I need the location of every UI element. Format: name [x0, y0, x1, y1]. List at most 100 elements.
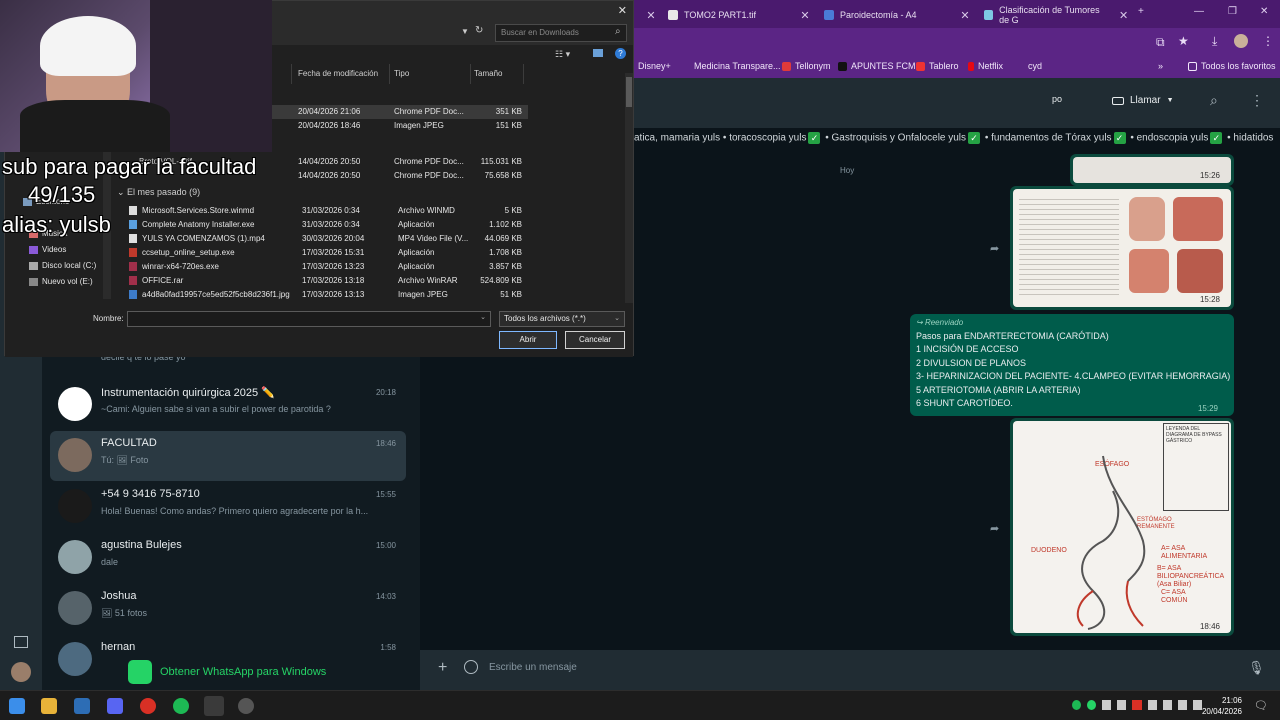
chat-list-item[interactable]: Joshua 14:03 🖼 51 fotos [50, 584, 406, 634]
image-message[interactable]: 15:28 [1010, 186, 1234, 310]
bookmark-apuntes[interactable]: APUNTES FCM [838, 61, 916, 71]
message-line: 5 ARTERIOTOMIA (ABRIR LA ARTERIA) [916, 384, 1081, 395]
discord-icon[interactable] [107, 698, 123, 714]
refresh-icon[interactable]: ↻ [475, 25, 483, 36]
window-close-icon[interactable]: ✕ [1260, 6, 1268, 17]
search-icon[interactable]: ⌕ [1210, 92, 1218, 109]
close-icon[interactable]: ✕ [1117, 9, 1130, 22]
file-row[interactable]: a4d8a0fad19957ce5ed52f5cb8d236f1.jpg 17/0… [123, 288, 528, 302]
avatar[interactable] [11, 662, 31, 682]
tray-icon[interactable] [1132, 700, 1142, 710]
system-tray[interactable] [1072, 700, 1202, 712]
forward-icon[interactable]: ➦ [990, 242, 999, 255]
emoji-icon[interactable] [464, 660, 478, 674]
forward-icon[interactable]: ➦ [990, 522, 999, 535]
nav-item-disk-c[interactable]: Disco local (C:) [29, 261, 96, 270]
bookmark-cyd[interactable]: cyd [1028, 61, 1042, 71]
spotify-icon[interactable] [173, 698, 189, 714]
nav-item-videos[interactable]: Videos [29, 245, 66, 254]
file-explorer-icon[interactable] [41, 698, 57, 714]
profile-avatar[interactable] [1234, 34, 1248, 48]
all-favorites[interactable]: Todos los favoritos [1188, 61, 1276, 71]
spotify-tray-icon[interactable] [1072, 700, 1082, 710]
close-icon[interactable]: ✕ [618, 4, 627, 17]
store-icon[interactable] [74, 698, 90, 714]
help-icon[interactable]: ? [615, 48, 626, 59]
star-icon[interactable]: ★ [1178, 34, 1189, 48]
open-button[interactable]: Abrir [499, 331, 557, 349]
call-button[interactable]: Llamar ▼ [1112, 95, 1174, 106]
windows-start-icon[interactable] [9, 698, 25, 714]
message-input[interactable]: Escribe un mensaje [489, 662, 577, 673]
download-icon[interactable]: ⤓ [1212, 34, 1217, 49]
cancel-button[interactable]: Cancelar [565, 331, 625, 349]
nav-item-disk-e[interactable]: Nuevo vol (E:) [29, 277, 93, 286]
chat-list-item[interactable]: Instrumentación quirúrgica 2025 ✏️ 20:18 ~… [50, 380, 406, 430]
plus-icon[interactable]: + [438, 659, 447, 677]
notifications-icon[interactable]: 🗨 [1254, 699, 1268, 712]
file-row[interactable]: 14/04/2026 20:50 Chrome PDF Doc... 75.658 … [267, 169, 528, 183]
bookmark-medicina[interactable]: Medicina Transpare... [694, 61, 781, 71]
scrollbar[interactable] [625, 73, 633, 303]
file-row[interactable]: Complete Anatomy Installer.exe 31/03/2026… [123, 218, 528, 232]
app-icon[interactable] [140, 698, 156, 714]
file-row[interactable]: Microsoft.Services.Store.winmd 31/03/2026… [123, 204, 528, 218]
file-row[interactable]: ccsetup_online_setup.exe 17/03/2026 15:31… [123, 246, 528, 260]
bookmark-disney[interactable]: Disney+ [638, 61, 671, 71]
bookmark-tablero[interactable]: Tablero [916, 61, 959, 71]
chat-list-item[interactable]: +54 9 3416 75-8710 15:55 Hola! Buenas! Com… [50, 482, 406, 532]
minimize-icon[interactable]: — [1194, 6, 1204, 17]
file-row[interactable]: OFFICE.rar 17/03/2026 13:18 Archivo WinRAR… [123, 274, 528, 288]
maximize-icon[interactable]: ❐ [1228, 6, 1237, 17]
tab-close-prev[interactable]: ✕ [642, 4, 658, 26]
column-type[interactable]: Tipo [394, 69, 409, 78]
chat-list-item[interactable]: FACULTAD 18:46 Tú: 🖼 Foto [50, 431, 406, 481]
search-input[interactable]: Buscar en Downloads [495, 24, 627, 42]
file-row[interactable]: 20/04/2026 21:06 Chrome PDF Doc... 351 KB [267, 105, 528, 119]
microphone-icon[interactable]: 🎙 [1248, 660, 1265, 676]
column-size[interactable]: Tamaño [474, 69, 502, 78]
menu-dots-icon[interactable]: ⋮ [1262, 34, 1274, 48]
cast-icon[interactable]: ⧉ [1156, 35, 1165, 50]
chevron-down-icon[interactable]: ▼ [461, 27, 469, 36]
wifi-icon[interactable] [1162, 700, 1172, 710]
archive-icon[interactable] [14, 636, 28, 648]
close-icon[interactable]: ✕ [644, 9, 658, 22]
close-icon[interactable]: ✕ [958, 9, 972, 22]
tray-icon[interactable] [1147, 700, 1157, 710]
chat-list-item[interactable]: hernan 1:58 [50, 635, 406, 676]
obs-icon[interactable] [238, 698, 254, 714]
get-whatsapp-banner[interactable]: Obtener WhatsApp para Windows [128, 660, 326, 684]
image-message[interactable]: LEYENDA DEL DIAGRAMA DE BYPASS GÁSTRICO … [1010, 418, 1234, 636]
tab-clasificacion[interactable]: Clasificación de Tumores de G ✕ [978, 4, 1130, 26]
bookmarks-more-icon[interactable]: » [1158, 61, 1163, 71]
preview-pane-icon[interactable] [593, 49, 603, 57]
chevron-down-icon[interactable]: ⌄ [480, 313, 486, 321]
tray-icon[interactable] [1117, 700, 1127, 710]
image-message[interactable]: 15:26 [1070, 154, 1234, 186]
volume-icon[interactable] [1177, 700, 1187, 710]
file-row[interactable]: 03.j...20/04/2026 18:46Imagen JPEG151 KB [139, 119, 528, 133]
text-message[interactable]: ↪ Reenviado Pasos para ENDARTERECTOMIA (… [910, 314, 1234, 416]
chrome-icon[interactable] [204, 696, 224, 716]
file-row[interactable]: YULS YA COMENZAMOS (1).mp4 30/03/2026 20:… [123, 232, 528, 246]
new-tab-icon[interactable]: + [1138, 6, 1144, 17]
bookmark-tellonym[interactable]: Tellonym [782, 61, 831, 71]
column-date[interactable]: Fecha de modificación [298, 69, 378, 78]
file-type-select[interactable]: Todos los archivos (*.*) ⌄ [499, 311, 625, 327]
clock[interactable]: 21:06 20/04/2026 [1200, 695, 1242, 717]
file-name-input[interactable]: ⌄ [127, 311, 491, 327]
close-icon[interactable]: ✕ [798, 9, 812, 22]
tray-icon[interactable] [1102, 700, 1112, 710]
file-row[interactable]: winrar-x64-720es.exe 17/03/2026 13:23 Apli… [123, 260, 528, 274]
tab-paroidectomia[interactable]: Paroidectomía - A4 ✕ [818, 4, 972, 26]
scrollbar-thumb[interactable] [626, 77, 632, 107]
group-header[interactable]: ⌄ El mes pasado (9) [117, 187, 200, 198]
file-row[interactable]: Broto VOL-4 tif 14/04/2026 20:50 Chrome PD… [139, 155, 528, 169]
menu-dots-icon[interactable]: ⋮ [1250, 92, 1264, 109]
tab-tomo2[interactable]: TOMO2 PART1.tif ✕ [662, 4, 812, 26]
bookmark-netflix[interactable]: Netflix [968, 61, 1003, 71]
whatsapp-tray-icon[interactable] [1087, 700, 1097, 710]
view-options-icon[interactable]: ☷ ▾ [555, 49, 570, 60]
chat-list-item[interactable]: agustina Bulejes 15:00 dale [50, 533, 406, 583]
